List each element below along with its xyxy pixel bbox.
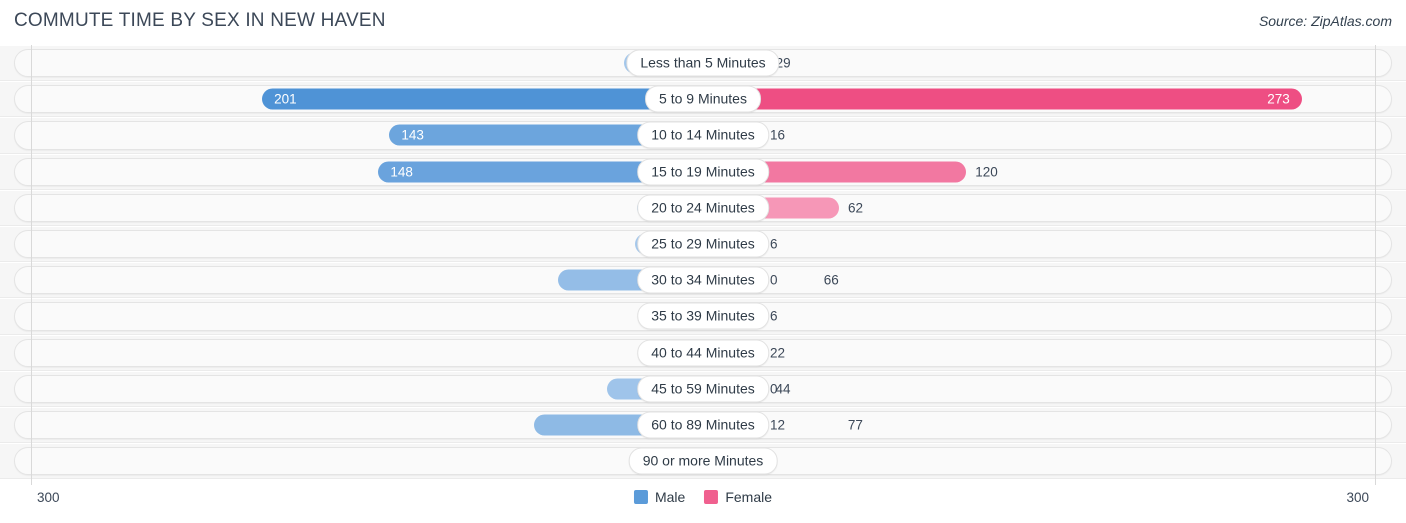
- chart-row[interactable]: 31625 to 29 Minutes: [0, 225, 1406, 263]
- category-label: 90 or more Minutes: [628, 447, 778, 475]
- chart-row[interactable]: 0635 to 39 Minutes: [0, 298, 1406, 335]
- row-bars: 44 0 45 to 59 Minutes: [0, 372, 1406, 406]
- axis-line-left: [31, 45, 32, 485]
- chart-row[interactable]: 66 0 30 to 34 Minutes: [0, 262, 1406, 299]
- chart-row[interactable]: 44 0 45 to 59 Minutes: [0, 370, 1406, 407]
- chart-row[interactable]: 77 12 60 to 89 Minutes: [0, 406, 1406, 444]
- axis-max-right: 300: [1346, 490, 1369, 505]
- row-bars: 42240 to 44 Minutes: [0, 336, 1406, 370]
- row-bars: 148 120 15 to 19 Minutes: [0, 155, 1406, 189]
- chart-row[interactable]: 201 273 5 to 9 Minutes: [0, 81, 1406, 118]
- legend-label: Male: [654, 489, 686, 505]
- value-label-male: 148: [390, 164, 413, 180]
- row-bars: 31625 to 29 Minutes: [0, 227, 1406, 261]
- chart-row[interactable]: 143 16 10 to 14 Minutes: [0, 117, 1406, 154]
- diverging-bar-chart: 3629Less than 5 Minutes 201 273 5 to 9 Minu…: [0, 45, 1406, 485]
- chart-row[interactable]: 0090 or more Minutes: [0, 443, 1406, 480]
- legend-item[interactable]: Male: [633, 489, 686, 505]
- source-attribution: Source: ZipAtlas.com: [1258, 13, 1392, 29]
- legend-item[interactable]: Female: [704, 489, 772, 505]
- legend-swatch: [704, 490, 719, 504]
- value-label-male: 143: [401, 127, 424, 143]
- bar-male[interactable]: [262, 88, 703, 110]
- chart-row[interactable]: 148 120 15 to 19 Minutes: [0, 153, 1406, 190]
- chart-row[interactable]: 42240 to 44 Minutes: [0, 334, 1406, 371]
- category-label: 45 to 59 Minutes: [637, 375, 769, 403]
- value-label-female: 0: [770, 381, 778, 397]
- row-bars: 0090 or more Minutes: [0, 444, 1406, 478]
- axis-max-left: 300: [37, 490, 60, 505]
- category-label: 35 to 39 Minutes: [637, 302, 769, 330]
- category-label: Less than 5 Minutes: [626, 49, 780, 77]
- legend-swatch: [633, 490, 648, 504]
- category-label: 10 to 14 Minutes: [637, 121, 769, 149]
- category-label: 15 to 19 Minutes: [637, 158, 769, 186]
- row-bars: 0635 to 39 Minutes: [0, 299, 1406, 333]
- value-label-male: 44: [775, 381, 791, 397]
- chart-header: COMMUTE TIME BY SEX IN NEW HAVEN Source:…: [0, 0, 1406, 45]
- value-label-female: 120: [975, 164, 998, 180]
- legend-label: Female: [725, 489, 773, 505]
- chart-legend: Male Female: [633, 489, 772, 505]
- value-label-female: 6: [770, 236, 778, 252]
- value-label-male: 66: [823, 272, 839, 288]
- category-label: 25 to 29 Minutes: [637, 230, 769, 258]
- value-label-female: 62: [847, 200, 864, 216]
- row-bars: 77 12 60 to 89 Minutes: [0, 408, 1406, 442]
- value-label-female: 6: [770, 308, 778, 324]
- axis-line-right: [1375, 45, 1376, 485]
- value-label-female: 22: [770, 345, 786, 361]
- chart-rows: 3629Less than 5 Minutes 201 273 5 to 9 Minu…: [0, 45, 1406, 480]
- category-label: 60 to 89 Minutes: [637, 411, 769, 439]
- value-label-female: 0: [770, 272, 778, 288]
- value-label-female: 16: [770, 127, 786, 143]
- bar-female[interactable]: [703, 88, 1302, 110]
- category-label: 5 to 9 Minutes: [645, 85, 761, 113]
- row-bars: 3629Less than 5 Minutes: [0, 46, 1406, 80]
- row-bars: 143 16 10 to 14 Minutes: [0, 118, 1406, 152]
- category-label: 20 to 24 Minutes: [637, 194, 769, 222]
- category-label: 30 to 34 Minutes: [637, 266, 769, 294]
- page-title: COMMUTE TIME BY SEX IN NEW HAVEN: [14, 10, 386, 31]
- value-label-female: 273: [1267, 91, 1290, 107]
- row-bars: 66 0 30 to 34 Minutes: [0, 263, 1406, 297]
- value-label-male: 77: [847, 417, 863, 433]
- chart-row[interactable]: 3629Less than 5 Minutes: [0, 45, 1406, 82]
- chart-footer: 300 300 Male Female: [0, 485, 1406, 523]
- category-label: 40 to 44 Minutes: [637, 339, 769, 367]
- row-bars: 201 273 5 to 9 Minutes: [0, 82, 1406, 116]
- value-label-male: 201: [274, 91, 297, 107]
- value-label-female: 12: [770, 417, 786, 433]
- chart-row[interactable]: 306220 to 24 Minutes: [0, 189, 1406, 226]
- row-bars: 306220 to 24 Minutes: [0, 191, 1406, 225]
